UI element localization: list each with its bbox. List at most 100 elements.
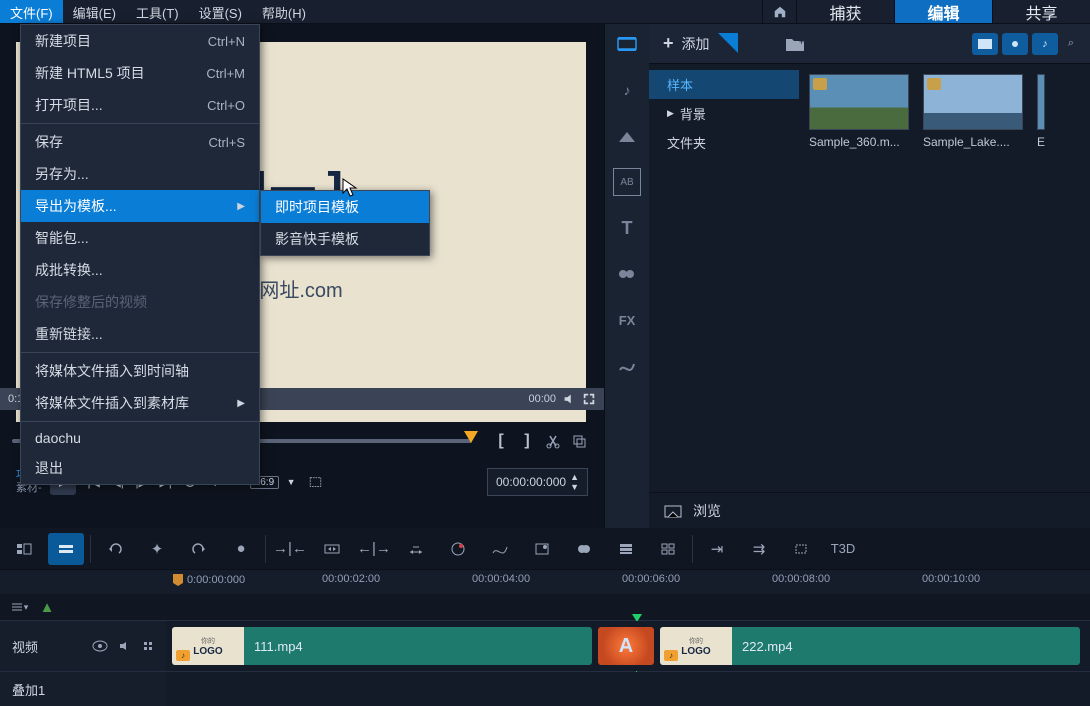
ripple-button[interactable]: ⇥ bbox=[699, 533, 735, 565]
menu-smart-package[interactable]: 智能包... bbox=[21, 222, 259, 254]
track-add-button[interactable]: ▲ bbox=[38, 598, 56, 616]
media-tab-icon[interactable] bbox=[613, 30, 641, 58]
thumb-image-2 bbox=[923, 74, 1023, 130]
fit-button[interactable] bbox=[314, 533, 350, 565]
home-tab[interactable] bbox=[762, 0, 796, 23]
timeline-toggle[interactable] bbox=[48, 533, 84, 565]
video-clip-1[interactable]: 你的LOGO 111.mp4 ♪ bbox=[172, 627, 592, 665]
thumb-item[interactable]: Sample_360.m... bbox=[809, 74, 909, 149]
audio-indicator-icon: ♪ bbox=[664, 650, 678, 661]
browse-button[interactable]: 浏览 bbox=[693, 501, 721, 521]
thumb-label: Sample_360.m... bbox=[809, 135, 909, 149]
menu-settings[interactable]: 设置(S) bbox=[189, 0, 252, 23]
tools-button[interactable]: ✦ bbox=[139, 533, 175, 565]
menu-export-template[interactable]: 导出为模板...▶ bbox=[21, 190, 259, 222]
transition-clip[interactable]: A bbox=[598, 627, 654, 665]
3d-title-button[interactable]: T3D bbox=[825, 533, 861, 565]
video-clip-2[interactable]: 你的LOGO 222.mp4 ♪ bbox=[660, 627, 1080, 665]
search-button[interactable]: ⌕ bbox=[1062, 33, 1080, 55]
audio-tab-icon[interactable]: ♪ bbox=[613, 76, 641, 104]
menu-help[interactable]: 帮助(H) bbox=[252, 0, 316, 23]
menu-insert-library[interactable]: 将媒体文件插入到素材库▶ bbox=[21, 387, 259, 419]
menu-tools[interactable]: 工具(T) bbox=[126, 0, 189, 23]
selection-button[interactable] bbox=[783, 533, 819, 565]
ruler-label: 0:00:00:000 bbox=[187, 574, 245, 586]
motion-button[interactable] bbox=[482, 533, 518, 565]
menu-batch-convert[interactable]: 成批转换... bbox=[21, 254, 259, 286]
duplicate-button[interactable] bbox=[569, 431, 589, 451]
menu-save-trimmed: 保存修整后的视频 bbox=[21, 286, 259, 318]
mask-button[interactable] bbox=[566, 533, 602, 565]
scroll-button[interactable]: ⇉ bbox=[741, 533, 777, 565]
transition-tab-icon[interactable] bbox=[613, 122, 641, 150]
mark-in-button[interactable]: [ bbox=[491, 431, 511, 451]
file-dropdown: 新建项目Ctrl+N 新建 HTML5 项目Ctrl+M 打开项目...Ctrl… bbox=[20, 24, 260, 485]
record-button[interactable]: ● bbox=[223, 533, 259, 565]
speed-button[interactable] bbox=[440, 533, 476, 565]
fx-tab-icon[interactable]: FX bbox=[613, 306, 641, 334]
storyboard-toggle[interactable] bbox=[6, 533, 42, 565]
scrub-playhead[interactable] bbox=[464, 431, 478, 443]
volume-icon[interactable] bbox=[562, 392, 576, 406]
add-button[interactable]: +添加 bbox=[649, 33, 724, 54]
pin-icon[interactable] bbox=[718, 33, 738, 53]
tree-folder[interactable]: 文件夹 bbox=[649, 128, 799, 157]
undo-button[interactable] bbox=[97, 533, 133, 565]
timecode-display[interactable]: 00:00:00:000▲▼ bbox=[487, 468, 588, 496]
menu-exit[interactable]: 退出 bbox=[21, 452, 259, 484]
split-button[interactable]: ←|→ bbox=[356, 533, 392, 565]
tree-sample[interactable]: 样本 bbox=[649, 70, 799, 99]
redo-button[interactable] bbox=[181, 533, 217, 565]
audio-indicator-icon: ♪ bbox=[176, 650, 190, 661]
folder-add-icon[interactable]: + bbox=[784, 35, 806, 53]
menu-save-as[interactable]: 另存为... bbox=[21, 158, 259, 190]
video-track: 视频 你的LOGO 111.mp4 ♪ A 你的LOGO 2 bbox=[0, 620, 1090, 671]
home-icon bbox=[773, 5, 787, 19]
graphic-tab-icon[interactable] bbox=[613, 260, 641, 288]
slip-button[interactable] bbox=[398, 533, 434, 565]
path-tab-icon[interactable] bbox=[613, 352, 641, 380]
submenu-fastflick[interactable]: 影音快手模板 bbox=[261, 223, 429, 255]
multicam-button[interactable] bbox=[650, 533, 686, 565]
title-tab-icon[interactable]: AB bbox=[613, 168, 641, 196]
ruler-label: 00:00:10:00 bbox=[922, 573, 980, 585]
snap-button[interactable]: →|← bbox=[272, 533, 308, 565]
track-button[interactable] bbox=[608, 533, 644, 565]
tab-capture[interactable]: 捕获 bbox=[796, 0, 894, 23]
scissors-button[interactable] bbox=[543, 431, 563, 451]
thumb-item[interactable]: Sample_Lake.... bbox=[923, 74, 1023, 149]
view-audio-button[interactable]: ♪ bbox=[1032, 33, 1058, 55]
ruler-label: 00:00:04:00 bbox=[472, 573, 530, 585]
menu-edit[interactable]: 编辑(E) bbox=[63, 0, 126, 23]
tab-share[interactable]: 共享 bbox=[992, 0, 1090, 23]
visibility-icon[interactable] bbox=[92, 640, 108, 652]
menu-new-project[interactable]: 新建项目Ctrl+N bbox=[21, 25, 259, 57]
menu-insert-timeline[interactable]: 将媒体文件插入到时间轴 bbox=[21, 355, 259, 387]
library-pane: ♪ AB T FX +添加 + ♪ ⌕ bbox=[604, 24, 1090, 528]
library-sidebar: ♪ AB T FX bbox=[605, 24, 649, 528]
chroma-button[interactable] bbox=[524, 533, 560, 565]
view-photo-button[interactable] bbox=[1002, 33, 1028, 55]
menu-save[interactable]: 保存Ctrl+S bbox=[21, 126, 259, 158]
lock-icon[interactable] bbox=[142, 640, 154, 652]
thumb-item[interactable]: E bbox=[1037, 74, 1045, 149]
tab-edit[interactable]: 编辑 bbox=[894, 0, 992, 23]
menu-open-project[interactable]: 打开项目...Ctrl+O bbox=[21, 89, 259, 121]
track-list-button[interactable]: ▾ bbox=[8, 597, 30, 617]
mute-icon[interactable] bbox=[118, 640, 132, 652]
fullscreen-button[interactable] bbox=[306, 473, 324, 491]
expand-icon[interactable] bbox=[582, 392, 596, 406]
menu-new-html5[interactable]: 新建 HTML5 项目Ctrl+M bbox=[21, 57, 259, 89]
menu-relink[interactable]: 重新链接... bbox=[21, 318, 259, 350]
menu-daochu[interactable]: daochu bbox=[21, 424, 259, 452]
menu-file[interactable]: 文件(F) bbox=[0, 0, 63, 23]
thumbnail-grid: Sample_360.m... Sample_Lake.... E bbox=[799, 64, 1090, 492]
timeline-ruler[interactable]: 0:00:00:000 00:00:02:00 00:00:04:00 00:0… bbox=[0, 570, 1090, 594]
tree-background[interactable]: ▶背景 bbox=[649, 99, 799, 128]
text-tab-icon[interactable]: T bbox=[613, 214, 641, 242]
folder-tree: 样本 ▶背景 文件夹 bbox=[649, 64, 799, 492]
preview-time-right: 00:00 bbox=[528, 393, 556, 405]
mark-out-button[interactable]: ] bbox=[517, 431, 537, 451]
view-video-button[interactable] bbox=[972, 33, 998, 55]
submenu-instant-project[interactable]: 即时项目模板 bbox=[261, 191, 429, 223]
